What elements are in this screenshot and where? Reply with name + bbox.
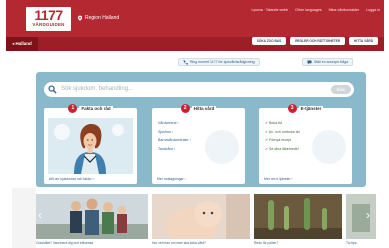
e-services-list: Boka tid Av- och omboka tid Förnya recep…	[265, 121, 300, 155]
care-links-list: Vårdcentral Sjukhus Barnavårdcentraler T…	[158, 121, 191, 155]
card-number-badge: 3	[287, 104, 297, 113]
search-panel: Sök sjukdom, behandling... SÖK 1 Fakta o…	[36, 72, 366, 187]
anonymous-question-text: Ställ en anonym fråga	[314, 60, 349, 64]
top-link-listen[interactable]: Lyssna · Talande webb	[252, 8, 289, 12]
card-facts-advice[interactable]: 1 Fakta och råd Allt om sjukdomar och fa…	[44, 104, 137, 184]
care-link[interactable]: Barnavårdcentraler	[158, 138, 191, 142]
search-button[interactable]: SÖK	[331, 85, 351, 94]
map-decoration	[205, 130, 239, 164]
speech-bubble-icon	[307, 60, 312, 64]
site-header: 1177 VÅRDGUIDEN Region Halland Lyssna · …	[6, 0, 384, 37]
card-footer-link[interactable]: Mer om e-tjänster	[264, 177, 293, 181]
card-title: Fakta och råd	[79, 106, 113, 111]
search-input[interactable]: Sök sjukdom, behandling... SÖK	[44, 82, 354, 97]
promo-caption[interactable]: Hur vet man om man ska söka vård?	[152, 241, 250, 245]
promo-image-baby[interactable]	[152, 194, 250, 239]
carousel-next-arrow[interactable]: ›	[364, 208, 372, 222]
baby-photo	[152, 194, 250, 239]
header-button-find-care[interactable]: HITTA VÅRD	[349, 37, 378, 45]
card-title: E-tjänster	[298, 106, 324, 111]
logo[interactable]: 1177 VÅRDGUIDEN	[26, 7, 71, 31]
card-header: 2 Hitta vård	[152, 104, 245, 113]
card-footer-link[interactable]: Allt om sjukdomar och fakta i	[49, 177, 94, 181]
pollen-plants-photo	[254, 194, 342, 239]
search-placeholder: Sök sjukdom, behandling...	[61, 86, 134, 92]
promo-image-pollen[interactable]	[254, 194, 342, 239]
card-header: 1 Fakta och råd	[44, 104, 137, 113]
map-pin-icon	[77, 15, 83, 21]
search-icon	[48, 85, 57, 94]
promo-caption[interactable]: Tio tips	[346, 241, 380, 245]
promo-caption[interactable]: Graviditet? Vaccinera dig mot influensa	[36, 241, 148, 245]
phone-advice-link[interactable]: Ring numret 1177 för sjukvårdsrådgivning	[178, 58, 260, 66]
top-link-care-contacts[interactable]: Mina vårdkontakter	[329, 8, 360, 12]
top-link-login[interactable]: Logga in	[366, 8, 380, 12]
card-header: 3 E-tjänster	[259, 104, 352, 113]
care-link[interactable]: Vårdcentral	[158, 121, 191, 125]
card-title: Hitta vård	[191, 106, 217, 111]
e-service-link[interactable]: Se dina läkemedel	[265, 147, 300, 151]
e-service-link[interactable]: Boka tid	[265, 121, 300, 125]
top-link-languages[interactable]: Other languages	[295, 8, 322, 12]
logo-number: 1177	[34, 7, 63, 23]
promo-caption[interactable]: Redo för pollen?	[254, 241, 342, 245]
page: 1177 VÅRDGUIDEN Region Halland Lyssna · …	[6, 0, 384, 248]
promo-image-family[interactable]	[36, 194, 148, 239]
woman-illustration	[48, 118, 133, 174]
card-number-badge: 2	[180, 104, 190, 113]
phone-icon	[183, 59, 188, 65]
region-selector[interactable]: Region Halland	[77, 15, 119, 21]
family-photo	[36, 194, 148, 239]
nav-home-link[interactable]: Halland	[6, 37, 38, 51]
logo-subtitle: VÅRDGUIDEN	[32, 22, 65, 27]
e-service-link[interactable]: Av- och omboka tid	[265, 130, 300, 134]
anonymous-question-link[interactable]: Ställ en anonym fråga	[302, 58, 354, 66]
card-find-care[interactable]: 2 Hitta vård Vårdcentral Sjukhus Barnavå…	[152, 104, 245, 184]
care-link[interactable]: Tandvård	[158, 147, 191, 151]
top-links: Lyssna · Talande webb Other languages Mi…	[252, 8, 381, 12]
side-rail	[12, 188, 36, 248]
header-buttons: SÖKA ZOO BAS REGLER OCH RÄTTIGHETER HITT…	[251, 37, 378, 45]
carousel-prev-arrow[interactable]: ‹	[36, 208, 44, 222]
phone-advice-text: Ring numret 1177 för sjukvårdsrådgivning	[190, 60, 255, 64]
card-footer-link[interactable]: Mer mottagningar	[157, 177, 186, 181]
woman-illustration-image	[48, 118, 133, 174]
card-number-badge: 1	[68, 104, 78, 113]
header-button-search[interactable]: SÖKA ZOO BAS	[251, 37, 287, 45]
screen-decoration	[312, 130, 346, 164]
region-label: Region Halland	[85, 15, 120, 21]
care-link[interactable]: Sjukhus	[158, 130, 191, 134]
e-service-link[interactable]: Förnya recept	[265, 138, 300, 142]
card-e-services[interactable]: 3 E-tjänster Boka tid Av- och omboka tid…	[259, 104, 352, 184]
header-button-rules[interactable]: REGLER OCH RÄTTIGHETER	[290, 37, 346, 45]
